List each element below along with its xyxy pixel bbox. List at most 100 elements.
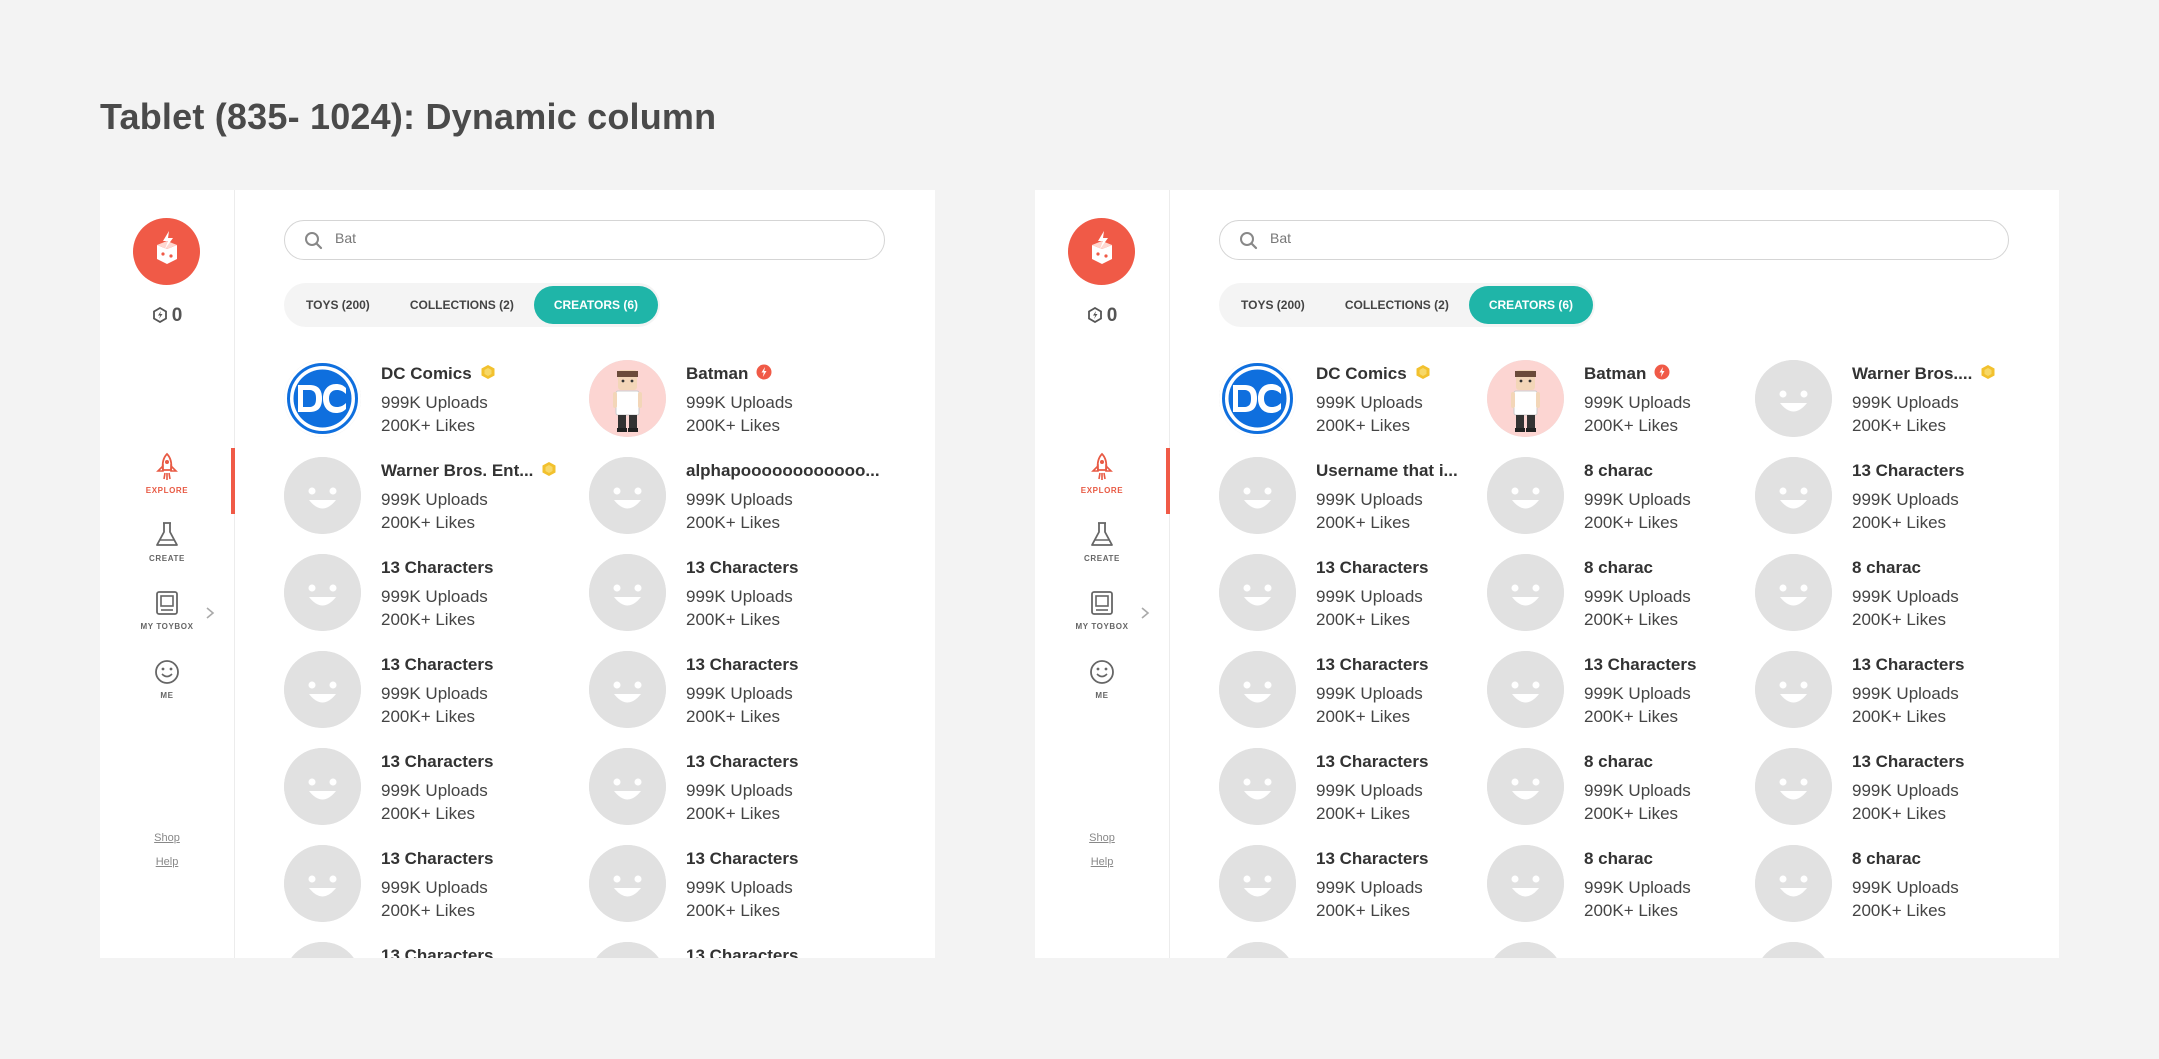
creator-avatar-placeholder[interactable] xyxy=(1755,651,1832,728)
creator-card[interactable]: Warner Bros. Ent... 999K Uploads 200K+ Lik… xyxy=(284,457,569,547)
creator-avatar-placeholder[interactable] xyxy=(1487,942,1564,958)
creator-avatar-placeholder[interactable] xyxy=(1755,845,1832,922)
creator-name[interactable]: 8 charac xyxy=(1584,752,1653,772)
creator-card[interactable]: DC Comics 999K Uploads 200K+ Likes xyxy=(284,360,569,450)
creator-name[interactable]: 13 Characters xyxy=(1316,558,1428,578)
coin-balance[interactable]: 0 xyxy=(100,305,234,327)
creator-avatar-placeholder[interactable] xyxy=(589,651,666,728)
creator-avatar-dc-logo[interactable] xyxy=(284,360,361,437)
creator-avatar-placeholder[interactable] xyxy=(284,554,361,631)
creator-card[interactable]: 13 Characters 999K Uploads 200K+ Likes xyxy=(1219,845,1467,935)
creator-name[interactable]: 8 charac xyxy=(1852,558,1921,578)
creator-name[interactable]: alphapoooooooooooo... xyxy=(686,461,880,481)
nav-item-explore[interactable]: EXPLORE xyxy=(100,452,234,495)
creator-card[interactable]: 13 Characters 999K Uploads 200K+ Likes xyxy=(1219,554,1467,644)
creator-avatar-placeholder[interactable] xyxy=(1487,457,1564,534)
creator-avatar-placeholder[interactable] xyxy=(1219,651,1296,728)
creator-name[interactable]: 13 Characters xyxy=(686,752,798,772)
tab-collections[interactable]: COLLECTIONS (2) xyxy=(390,286,534,324)
tab-toys[interactable]: TOYS (200) xyxy=(1221,286,1325,324)
creator-avatar-placeholder[interactable] xyxy=(589,845,666,922)
creator-card[interactable]: 8 charac 999K Uploads 200K+ Likes xyxy=(1755,554,2003,644)
creator-name[interactable]: 13 Characters xyxy=(686,558,798,578)
nav-item-explore[interactable]: EXPLORE xyxy=(1035,452,1169,495)
creator-name[interactable]: 13 Characters xyxy=(1584,655,1696,675)
creator-card[interactable]: alphapoooooooooooo... 999K Uploads 200K+ L… xyxy=(589,457,880,547)
search-input[interactable] xyxy=(1268,229,1572,247)
creator-name[interactable]: 13 Characters xyxy=(381,655,493,675)
creator-name[interactable]: 13 Characters xyxy=(1852,461,1964,481)
nav-item-create[interactable]: CREATE xyxy=(1035,520,1169,563)
creator-name[interactable]: 8 charac xyxy=(1584,849,1653,869)
creator-card[interactable]: Warner Bros.... 999K Uploads 200K+ Likes xyxy=(1755,360,2003,450)
creator-card[interactable] xyxy=(1755,942,2003,958)
creator-avatar-placeholder[interactable] xyxy=(1219,554,1296,631)
creator-card[interactable]: 13 Characters xyxy=(589,942,874,958)
creator-card[interactable] xyxy=(1487,942,1735,958)
creator-name[interactable]: Batman xyxy=(1584,364,1646,384)
creator-avatar-placeholder[interactable] xyxy=(1755,360,1832,437)
tab-collections[interactable]: COLLECTIONS (2) xyxy=(1325,286,1469,324)
creator-card[interactable]: 13 Characters xyxy=(284,942,569,958)
creator-avatar-placeholder[interactable] xyxy=(589,942,666,958)
creator-card[interactable]: 8 charac 999K Uploads 200K+ Likes xyxy=(1487,457,1735,547)
creator-card[interactable]: 13 Characters 999K Uploads 200K+ Likes xyxy=(589,845,874,935)
creator-avatar-placeholder[interactable] xyxy=(284,748,361,825)
creator-card[interactable]: 8 charac 999K Uploads 200K+ Likes xyxy=(1487,845,1735,935)
creator-card[interactable]: 13 Characters 999K Uploads 200K+ Likes xyxy=(1755,457,2003,547)
tab-creators[interactable]: CREATORS (6) xyxy=(533,286,659,324)
creator-avatar-placeholder[interactable] xyxy=(1487,651,1564,728)
nav-item-create[interactable]: CREATE xyxy=(100,520,234,563)
creator-avatar-placeholder[interactable] xyxy=(1755,942,1832,958)
creator-card[interactable]: Batman 999K Uploads 200K+ Likes xyxy=(589,360,874,450)
creator-avatar-placeholder[interactable] xyxy=(284,845,361,922)
creator-avatar-placeholder[interactable] xyxy=(1219,457,1296,534)
shop-link[interactable]: Shop xyxy=(100,832,234,844)
creator-name[interactable]: Batman xyxy=(686,364,748,384)
shop-link[interactable]: Shop xyxy=(1035,832,1169,844)
creator-card[interactable]: 13 Characters 999K Uploads 200K+ Likes xyxy=(1219,748,1467,838)
tab-creators[interactable]: CREATORS (6) xyxy=(1468,286,1594,324)
creator-card[interactable]: 13 Characters 999K Uploads 200K+ Likes xyxy=(284,554,569,644)
nav-item-me[interactable]: ME xyxy=(100,657,234,700)
tab-toys[interactable]: TOYS (200) xyxy=(286,286,390,324)
creator-card[interactable]: Username that i... 999K Uploads 200K+ Like… xyxy=(1219,457,1467,547)
creator-card[interactable]: 8 charac 999K Uploads 200K+ Likes xyxy=(1487,748,1735,838)
creator-card[interactable]: 8 charac 999K Uploads 200K+ Likes xyxy=(1487,554,1735,644)
creator-name[interactable]: 13 Characters xyxy=(1852,655,1964,675)
creator-card[interactable] xyxy=(1219,942,1467,958)
creator-name[interactable]: 13 Characters xyxy=(1852,752,1964,772)
creator-avatar-placeholder[interactable] xyxy=(589,748,666,825)
creator-name[interactable]: Warner Bros. Ent... xyxy=(381,461,533,481)
creator-avatar-placeholder[interactable] xyxy=(1219,845,1296,922)
search-bar[interactable] xyxy=(1219,220,2009,260)
creator-name[interactable]: 13 Characters xyxy=(381,752,493,772)
creator-card[interactable]: 13 Characters 999K Uploads 200K+ Likes xyxy=(1755,651,2003,741)
creator-name[interactable]: 13 Characters xyxy=(1316,849,1428,869)
creator-name[interactable]: 13 Characters xyxy=(1316,655,1428,675)
nav-item-me[interactable]: ME xyxy=(1035,657,1169,700)
creator-avatar-placeholder[interactable] xyxy=(284,651,361,728)
creator-avatar-placeholder[interactable] xyxy=(1487,554,1564,631)
creator-avatar-placeholder[interactable] xyxy=(284,942,361,958)
creator-name[interactable]: 13 Characters xyxy=(686,655,798,675)
creator-avatar-batman[interactable] xyxy=(1487,360,1564,437)
creator-name[interactable]: Warner Bros.... xyxy=(1852,364,1972,384)
creator-name[interactable]: 13 Characters xyxy=(381,849,493,869)
coin-balance[interactable]: 0 xyxy=(1035,305,1169,327)
creator-name[interactable]: 8 charac xyxy=(1852,849,1921,869)
creator-card[interactable]: 13 Characters 999K Uploads 200K+ Likes xyxy=(1487,651,1735,741)
creator-card[interactable]: Batman 999K Uploads 200K+ Likes xyxy=(1487,360,1735,450)
creator-card[interactable]: 13 Characters 999K Uploads 200K+ Likes xyxy=(589,651,874,741)
creator-name[interactable]: 13 Characters xyxy=(1316,752,1428,772)
creator-avatar-placeholder[interactable] xyxy=(1755,748,1832,825)
creator-card[interactable]: DC Comics 999K Uploads 200K+ Likes xyxy=(1219,360,1467,450)
creator-avatar-placeholder[interactable] xyxy=(589,457,666,534)
creator-name[interactable]: 13 Characters xyxy=(686,849,798,869)
creator-avatar-placeholder[interactable] xyxy=(284,457,361,534)
help-link[interactable]: Help xyxy=(1035,856,1169,868)
creator-name[interactable]: 13 Characters xyxy=(381,946,493,958)
creator-avatar-placeholder[interactable] xyxy=(1219,748,1296,825)
creator-card[interactable]: 13 Characters 999K Uploads 200K+ Likes xyxy=(284,845,569,935)
chevron-right-icon[interactable] xyxy=(204,606,216,620)
